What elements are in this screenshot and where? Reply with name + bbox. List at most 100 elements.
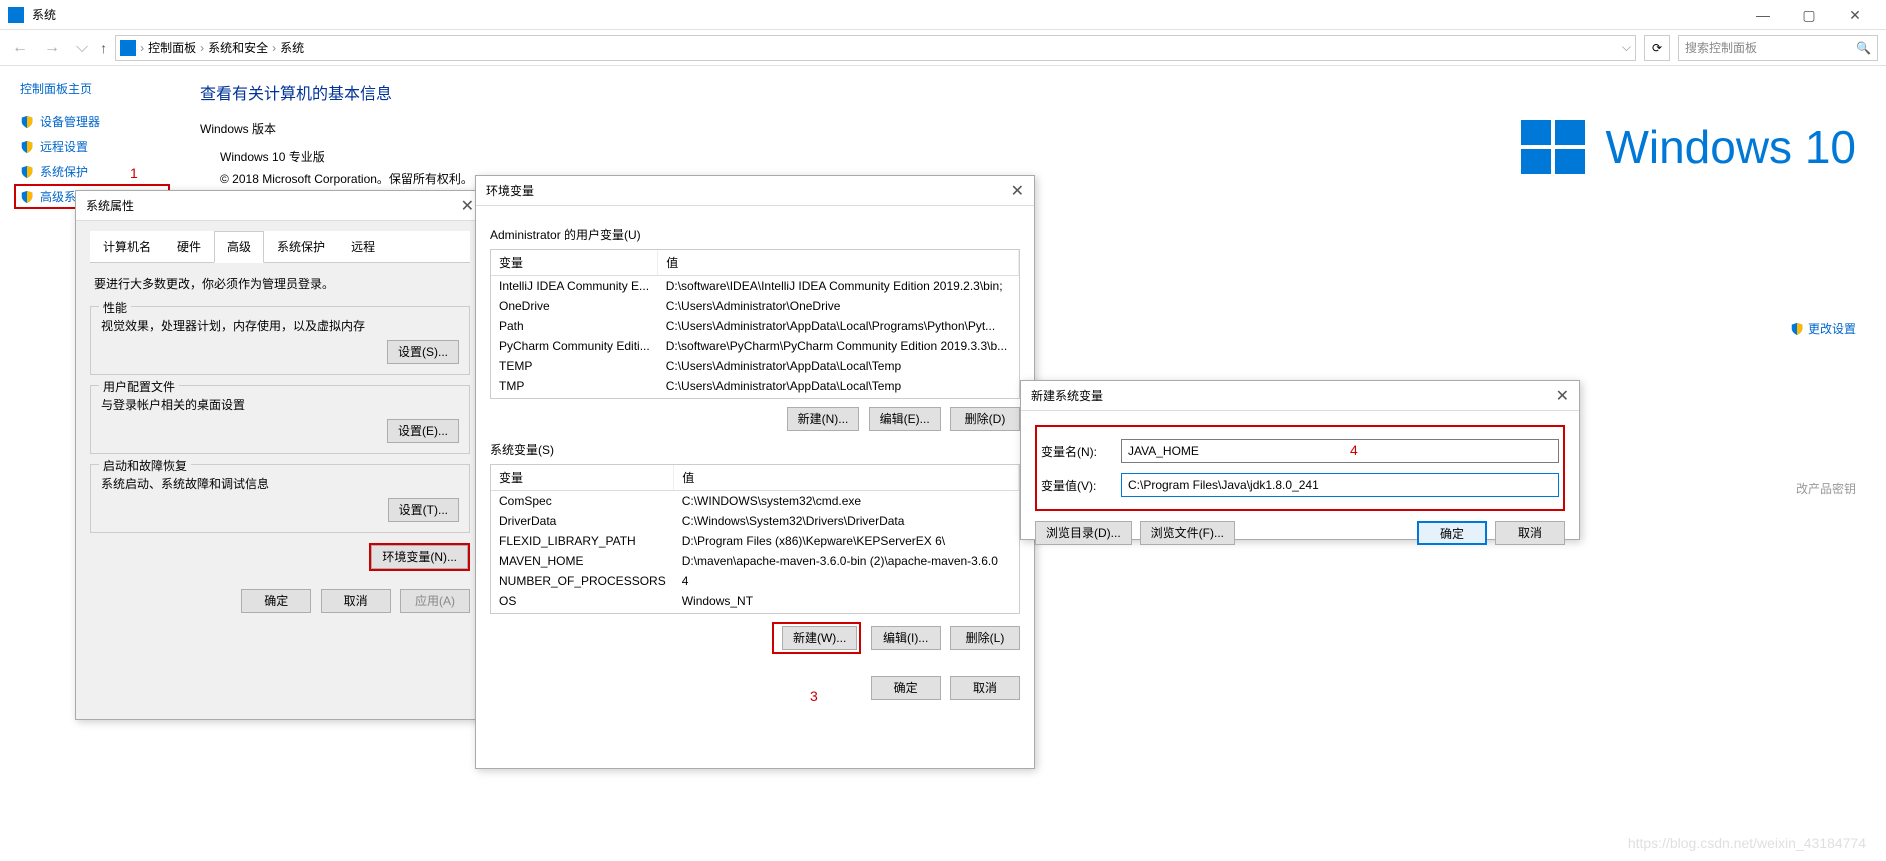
dialog-titlebar: 新建系统变量 ✕	[1021, 381, 1579, 411]
tab-system-protection[interactable]: 系统保护	[264, 231, 338, 262]
search-icon: 🔍	[1856, 41, 1871, 55]
sidebar-item-remote-settings[interactable]: 远程设置	[20, 134, 170, 159]
user-profile-group: 用户配置文件 与登录帐户相关的桌面设置 设置(E)...	[90, 385, 470, 454]
ok-button[interactable]: 确定	[871, 676, 941, 700]
table-row[interactable]: PathC:\Program Files (x86)\Common Files\…	[491, 611, 1019, 614]
sys-edit-button[interactable]: 编辑(I)...	[871, 626, 941, 650]
up-button[interactable]: ↑	[100, 40, 107, 56]
windows-logo-text: Windows 10	[1605, 120, 1856, 174]
window-title: 系统	[32, 6, 1740, 23]
var-value-input[interactable]	[1121, 473, 1559, 497]
sys-vars-label: 系统变量(S)	[490, 441, 1020, 458]
table-row[interactable]: MAVEN_HOMED:\maven\apache-maven-3.6.0-bi…	[491, 551, 1019, 571]
breadcrumb-seg[interactable]: 控制面板	[144, 39, 200, 56]
table-row[interactable]: DriverDataC:\Windows\System32\Drivers\Dr…	[491, 511, 1019, 531]
breadcrumb-seg[interactable]: 系统和安全	[204, 39, 272, 56]
apply-button[interactable]: 应用(A)	[400, 589, 470, 613]
table-row[interactable]: FLEXID_LIBRARY_PATHD:\Program Files (x86…	[491, 531, 1019, 551]
user-edit-button[interactable]: 编辑(E)...	[869, 407, 941, 431]
close-icon[interactable]: ✕	[1556, 386, 1569, 406]
shield-icon	[1790, 322, 1804, 336]
titlebar: 系统 — ▢ ✕	[0, 0, 1886, 30]
ok-button[interactable]: 确定	[1417, 521, 1487, 545]
sys-new-button[interactable]: 新建(W)...	[782, 626, 857, 650]
shield-icon	[20, 190, 34, 204]
product-key-link[interactable]: 改产品密钥	[1796, 480, 1856, 497]
startup-recovery-group: 启动和故障恢复 系统启动、系统故障和调试信息 设置(T)...	[90, 464, 470, 533]
sidebar-header[interactable]: 控制面板主页	[20, 80, 170, 97]
startup-settings-button[interactable]: 设置(T)...	[388, 498, 459, 522]
breadcrumb-seg[interactable]: 系统	[276, 39, 308, 56]
cancel-button[interactable]: 取消	[321, 589, 391, 613]
refresh-button[interactable]: ⟳	[1644, 35, 1670, 61]
system-properties-dialog: 系统属性 ✕ 计算机名 硬件 高级 系统保护 远程 要进行大多数更改，你必须作为…	[75, 190, 485, 720]
tab-computer-name[interactable]: 计算机名	[90, 231, 164, 262]
cancel-button[interactable]: 取消	[1495, 521, 1565, 545]
shield-icon	[20, 165, 34, 179]
table-row[interactable]: TEMPC:\Users\Administrator\AppData\Local…	[491, 356, 1019, 376]
forward-button[interactable]: →	[40, 39, 64, 57]
sidebar-item-device-manager[interactable]: 设备管理器	[20, 109, 170, 134]
var-name-label: 变量名(N):	[1041, 443, 1121, 460]
cancel-button[interactable]: 取消	[950, 676, 1020, 700]
search-placeholder: 搜索控制面板	[1685, 39, 1757, 56]
dialog-titlebar: 系统属性 ✕	[76, 191, 484, 221]
back-button[interactable]: ←	[8, 39, 32, 57]
new-system-variable-dialog: 新建系统变量 ✕ 变量名(N): 变量值(V): 浏览目录(D)... 浏览文件…	[1020, 380, 1580, 540]
annotation-3: 3	[810, 688, 818, 704]
app-icon	[8, 7, 24, 23]
var-name-input[interactable]	[1121, 439, 1559, 463]
ok-button[interactable]: 确定	[241, 589, 311, 613]
dialog-titlebar: 环境变量 ✕	[476, 176, 1034, 206]
search-input[interactable]: 搜索控制面板 🔍	[1678, 35, 1878, 61]
page-heading: 查看有关计算机的基本信息	[200, 80, 1866, 104]
breadcrumb-dropdown[interactable]: ⌵	[1622, 40, 1631, 55]
dialog-title: 环境变量	[486, 182, 1011, 199]
watermark: https://blog.csdn.net/weixin_43184774	[1628, 835, 1866, 851]
table-row[interactable]: PathC:\Users\Administrator\AppData\Local…	[491, 316, 1019, 336]
breadcrumb[interactable]: › 控制面板 › 系统和安全 › 系统 ⌵	[115, 35, 1636, 61]
table-row[interactable]: ComSpecC:\WINDOWS\system32\cmd.exe	[491, 491, 1019, 512]
change-settings-link[interactable]: 更改设置	[1790, 320, 1856, 337]
tab-remote[interactable]: 远程	[338, 231, 388, 262]
user-vars-label: Administrator 的用户变量(U)	[490, 226, 1020, 243]
annotation-1: 1	[130, 165, 138, 181]
browse-file-button[interactable]: 浏览文件(F)...	[1140, 521, 1235, 545]
performance-group: 性能 视觉效果，处理器计划，内存使用，以及虚拟内存 设置(S)...	[90, 306, 470, 375]
window-controls: — ▢ ✕	[1740, 0, 1878, 30]
close-button[interactable]: ✕	[1832, 0, 1878, 30]
minimize-button[interactable]: —	[1740, 0, 1786, 30]
tab-hardware[interactable]: 硬件	[164, 231, 214, 262]
maximize-button[interactable]: ▢	[1786, 0, 1832, 30]
user-vars-table[interactable]: 变量值 IntelliJ IDEA Community E...D:\softw…	[490, 249, 1020, 399]
dialog-title: 系统属性	[86, 197, 461, 214]
user-new-button[interactable]: 新建(N)...	[787, 407, 860, 431]
table-row[interactable]: PyCharm Community Editi...D:\software\Py…	[491, 336, 1019, 356]
user-delete-button[interactable]: 删除(D)	[950, 407, 1020, 431]
shield-icon	[20, 115, 34, 129]
dialog-title: 新建系统变量	[1031, 387, 1556, 404]
perf-settings-button[interactable]: 设置(S)...	[387, 340, 459, 364]
sys-delete-button[interactable]: 删除(L)	[950, 626, 1020, 650]
table-row[interactable]: OSWindows_NT	[491, 591, 1019, 611]
breadcrumb-icon	[120, 40, 136, 56]
tab-advanced[interactable]: 高级	[214, 231, 264, 263]
navbar: ← → ⌵ ↑ › 控制面板 › 系统和安全 › 系统 ⌵ ⟳ 搜索控制面板 🔍	[0, 30, 1886, 66]
close-icon[interactable]: ✕	[461, 196, 474, 216]
admin-note: 要进行大多数更改，你必须作为管理员登录。	[90, 263, 470, 296]
profile-settings-button[interactable]: 设置(E)...	[387, 419, 459, 443]
windows-logo: Windows 10	[1521, 120, 1856, 174]
table-row[interactable]: TMPC:\Users\Administrator\AppData\Local\…	[491, 376, 1019, 396]
browse-dir-button[interactable]: 浏览目录(D)...	[1035, 521, 1132, 545]
history-dropdown[interactable]: ⌵	[72, 39, 92, 57]
tabs: 计算机名 硬件 高级 系统保护 远程	[90, 231, 470, 263]
close-icon[interactable]: ✕	[1011, 181, 1024, 201]
table-row[interactable]: IntelliJ IDEA Community E...D:\software\…	[491, 276, 1019, 297]
table-row[interactable]: NUMBER_OF_PROCESSORS4	[491, 571, 1019, 591]
sys-vars-table[interactable]: 变量值 ComSpecC:\WINDOWS\system32\cmd.exeDr…	[490, 464, 1020, 614]
shield-icon	[20, 140, 34, 154]
sidebar-item-system-protection[interactable]: 系统保护	[20, 159, 170, 184]
env-vars-button[interactable]: 环境变量(N)...	[371, 545, 468, 569]
table-row[interactable]: OneDriveC:\Users\Administrator\OneDrive	[491, 296, 1019, 316]
windows-logo-icon	[1521, 120, 1585, 174]
